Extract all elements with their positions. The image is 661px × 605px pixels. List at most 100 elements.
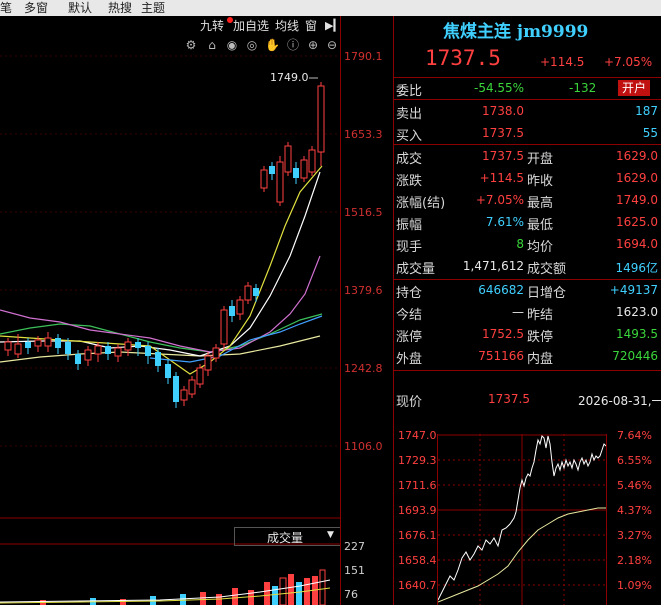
- menu-item-default[interactable]: 默认: [68, 0, 92, 16]
- stat-value: +7.05%: [475, 193, 524, 207]
- mini-right-tick: 3.27%: [617, 529, 652, 542]
- menu-item-theme[interactable]: 主题: [141, 0, 165, 16]
- kline-chart[interactable]: 1749.0 成交量 ▼: [0, 16, 341, 605]
- sell-volume: 187: [635, 104, 658, 118]
- add-watchlist-button[interactable]: 加自选: [233, 17, 269, 35]
- stat-value: 751166: [478, 349, 524, 363]
- stat-label: 日增仓: [527, 286, 567, 301]
- menu-bar: 笔 多窗 默认 热搜 主题: [0, 0, 661, 16]
- stat-label: 成交额: [527, 262, 567, 277]
- stat-label: 涨停: [396, 330, 423, 345]
- stat-value: 1493.5: [616, 327, 658, 341]
- weibi-value: -132: [569, 81, 597, 95]
- contract-title: 焦煤主连 jm9999: [443, 22, 589, 42]
- volume-indicator-label: 成交量: [267, 531, 304, 545]
- mini-right-tick: 6.55%: [617, 454, 652, 467]
- buy-label: 买入: [396, 129, 423, 144]
- stat-value: 1623.0: [616, 305, 658, 319]
- stat-label: 开盘: [527, 152, 554, 167]
- price-change-pct: +7.05%: [604, 55, 653, 69]
- mini-left-tick: 1658.4: [398, 554, 437, 567]
- price-tick: 1106.0: [344, 440, 383, 453]
- stat-value: 1,471,612: [462, 259, 524, 273]
- divider: [394, 370, 661, 371]
- stat-label: 昨结: [527, 308, 554, 323]
- menu-item-hot-search[interactable]: 热搜: [108, 0, 132, 16]
- volume-tick: 227: [344, 540, 365, 553]
- price-tick: 1790.1: [344, 50, 383, 63]
- stat-label: 内盘: [527, 352, 554, 367]
- zoom-in-icon[interactable]: ⊕: [306, 38, 320, 52]
- price-tick: 1242.8: [344, 362, 383, 375]
- zoom-out-icon[interactable]: ⊖: [325, 38, 339, 52]
- mini-left-tick: 1676.1: [398, 529, 437, 542]
- moving-average-button[interactable]: 均线: [275, 17, 299, 35]
- mini-right-tick: 2.18%: [617, 554, 652, 567]
- sell-price: 1738.0: [482, 104, 524, 118]
- mini-left-tick: 1640.7: [398, 579, 437, 592]
- menu-item-multiwindow[interactable]: 多窗: [24, 0, 48, 16]
- buy-price: 1737.5: [482, 126, 524, 140]
- stat-label: 跌停: [527, 330, 554, 345]
- chart-icon-row: ⚙ ⌂ ◉ ◎ ✋ ⓘ ⊕ ⊖: [184, 38, 340, 54]
- hand-icon[interactable]: ✋: [265, 38, 280, 52]
- eye-off-icon[interactable]: ◎: [245, 38, 259, 52]
- now-price: 1737.5: [488, 392, 530, 406]
- intraday-chart-canvas: [438, 434, 606, 605]
- stat-value: 720446: [612, 349, 658, 363]
- weibi-label: 委比: [396, 84, 423, 99]
- stat-value: 1625.0: [616, 215, 658, 229]
- now-date: 2026-08-31,一: [578, 394, 661, 408]
- stat-value: 1749.0: [616, 193, 658, 207]
- stat-value: 1496亿: [615, 261, 658, 275]
- sell-label: 卖出: [396, 107, 423, 122]
- price-change: +114.5: [540, 55, 585, 69]
- mini-right-tick: 1.09%: [617, 579, 652, 592]
- buy-volume: 55: [642, 126, 658, 140]
- price-tick: 1379.6: [344, 284, 383, 297]
- stat-label: 成交量: [396, 262, 436, 277]
- high-price-label: 1749.0: [270, 71, 309, 84]
- now-price-label: 现价: [396, 395, 423, 410]
- eye-icon[interactable]: ◉: [225, 38, 239, 52]
- mini-right-tick: 5.46%: [617, 479, 652, 492]
- stat-value: 646682: [478, 283, 524, 297]
- stat-label: 振幅: [396, 218, 423, 233]
- nine-turn-button[interactable]: 九转: [200, 17, 224, 35]
- weibi-pct: -54.55%: [474, 81, 525, 95]
- mini-left-tick: 1747.0: [398, 429, 437, 442]
- volume-tick: 151: [344, 564, 365, 577]
- stat-value: 7.61%: [485, 215, 524, 229]
- stat-value: 1694.0: [616, 237, 658, 251]
- stat-value: 8: [516, 237, 524, 251]
- mini-left-tick: 1729.3: [398, 454, 437, 467]
- stat-label: 最低: [527, 218, 554, 233]
- open-account-button[interactable]: 开户: [618, 80, 650, 96]
- mini-right-tick: 4.37%: [617, 504, 652, 517]
- price-axis: [340, 16, 394, 605]
- stat-label: 昨收: [527, 174, 554, 189]
- mini-right-tick: 7.64%: [617, 429, 652, 442]
- stat-value: —: [512, 305, 524, 319]
- last-price: 1737.5: [425, 46, 501, 70]
- stat-label: 最高: [527, 196, 554, 211]
- divider: [394, 279, 661, 280]
- stat-label: 涨幅(结): [396, 196, 446, 211]
- mini-left-tick: 1693.9: [398, 504, 437, 517]
- stat-label: 涨跌: [396, 174, 423, 189]
- stat-value: +114.5: [479, 171, 524, 185]
- stat-label: 均价: [527, 240, 554, 255]
- volume-indicator-selector[interactable]: 成交量 ▼: [234, 527, 341, 546]
- lock-icon[interactable]: ⌂: [205, 38, 219, 52]
- divider: [394, 99, 661, 100]
- settings-icon[interactable]: ⚙: [184, 38, 198, 52]
- stat-label: 现手: [396, 240, 423, 255]
- menu-item-pen[interactable]: 笔: [0, 0, 12, 16]
- intraday-chart[interactable]: [437, 434, 607, 605]
- stat-value: 1629.0: [616, 171, 658, 185]
- stat-value: 1629.0: [616, 149, 658, 163]
- info-icon[interactable]: ⓘ: [286, 38, 300, 52]
- price-tick: 1653.3: [344, 128, 383, 141]
- stat-label: 外盘: [396, 352, 423, 367]
- window-button[interactable]: 窗: [305, 17, 317, 35]
